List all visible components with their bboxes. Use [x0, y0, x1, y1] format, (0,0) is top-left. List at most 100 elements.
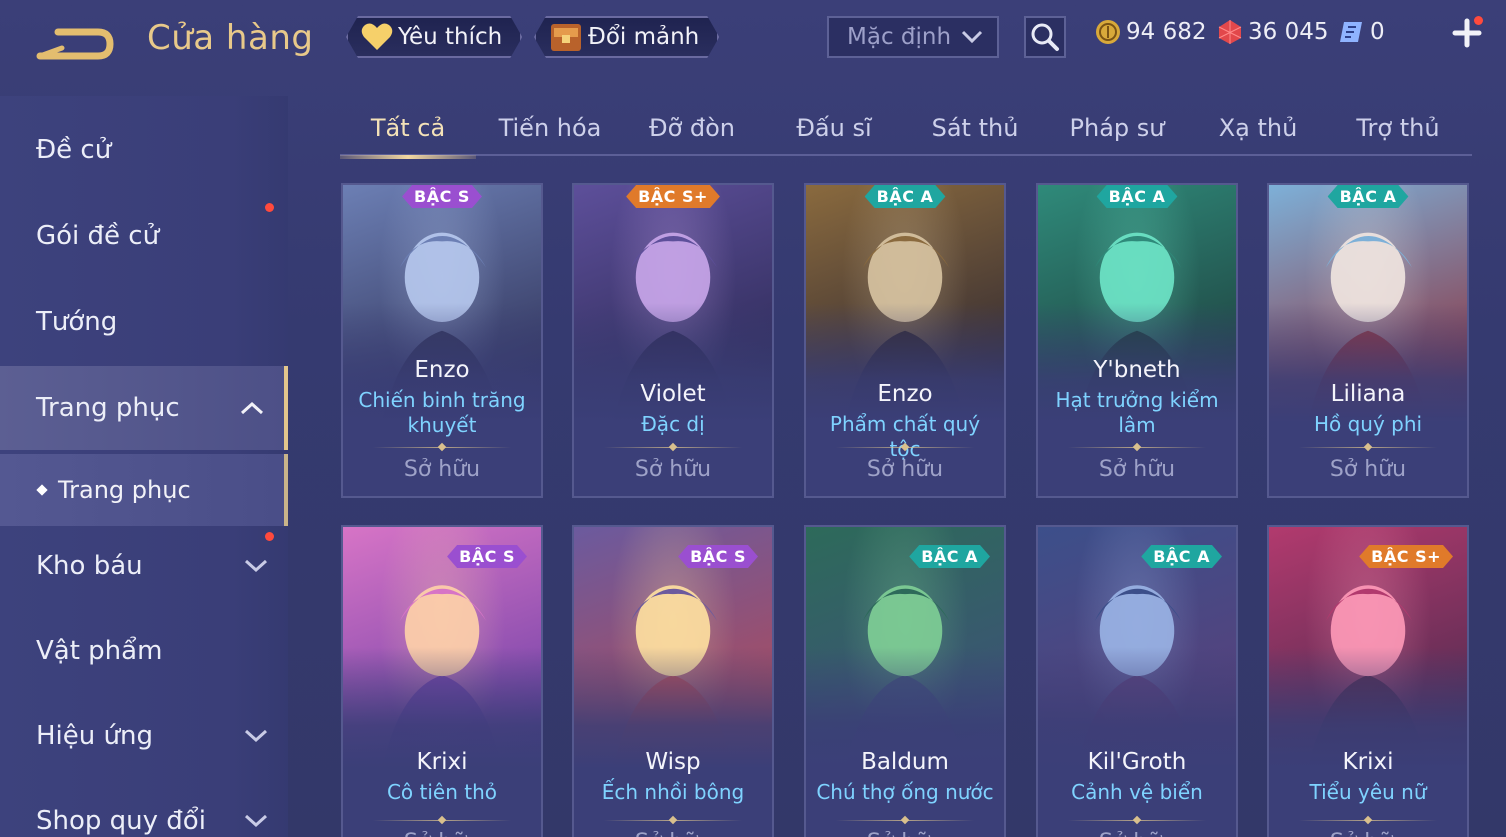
- skin-name: Ếch nhồi bông: [601, 780, 745, 804]
- owned-status: Sở hữu: [1098, 457, 1176, 482]
- tab-all[interactable]: Tất cả: [340, 100, 476, 159]
- skin-name: Chú thợ ống nước: [816, 780, 994, 804]
- sidebar-item-label: Shop quy đổi: [36, 806, 206, 836]
- chest-icon: [548, 20, 584, 54]
- sidebar-item-featured[interactable]: Đề cử: [0, 110, 288, 190]
- owned-status: Sở hữu: [634, 457, 712, 482]
- owned-status: Sở hữu: [343, 830, 541, 837]
- sidebar-item-treasure[interactable]: Kho báu: [0, 526, 288, 606]
- tier-badge: BẬC A: [1141, 545, 1222, 568]
- owned-status: Sở hữu: [403, 457, 481, 482]
- sidebar-item-skins[interactable]: Trang phục: [0, 366, 288, 450]
- chevron-down-icon: [244, 814, 268, 828]
- voucher-currency: 36 045: [1216, 18, 1328, 46]
- hero-name: Liliana: [1330, 381, 1406, 407]
- exchange-shards-button[interactable]: Đổi mảnh: [534, 16, 719, 58]
- sidebar-item-label: Hiệu ứng: [36, 721, 153, 751]
- exchange-shards-label: Đổi mảnh: [588, 24, 700, 50]
- ticket-amount: 0: [1370, 19, 1385, 45]
- skin-card[interactable]: BẬC S Krixi Cô tiên thỏ Sở hữu: [341, 525, 543, 837]
- skin-name: Tiểu yêu nữ: [1309, 780, 1427, 804]
- sidebar-item-effects[interactable]: Hiệu ứng: [0, 696, 288, 776]
- skin-card[interactable]: BẬC A Enzo Phẩm chất quý tộcSở hữu: [804, 183, 1006, 498]
- heart-icon: [360, 22, 394, 52]
- back-arrow-icon: [36, 28, 114, 60]
- owned-status: Sở hữu: [1329, 457, 1407, 482]
- skin-card[interactable]: BẬC A Y'bneth Hạt trưởng kiểm lâm Sở hữu: [1036, 183, 1238, 498]
- hero-name: Violet: [640, 381, 706, 407]
- gold-amount: 94 682: [1126, 19, 1207, 45]
- role-tabs: Tất cả Tiến hóa Đỡ đòn Đấu sĩ Sát thủ Ph…: [340, 100, 1472, 159]
- page-title: Cửa hàng: [147, 18, 314, 58]
- tab-assassin[interactable]: Sát thủ: [907, 100, 1043, 156]
- tier-badge: BẬC S: [678, 545, 758, 568]
- search-button[interactable]: [1024, 16, 1066, 58]
- card-divider: [373, 820, 511, 821]
- tab-evolution[interactable]: Tiến hóa: [482, 100, 618, 156]
- skin-name: Đặc dị: [641, 412, 705, 436]
- hero-name: Krixi: [1342, 749, 1394, 775]
- hero-name: Enzo: [414, 357, 470, 383]
- gold-currency: 94 682: [1094, 18, 1206, 46]
- hero-name: Baldum: [861, 749, 949, 775]
- skin-name: Cô tiên thỏ: [386, 780, 498, 804]
- ticket-currency: 0: [1338, 18, 1385, 46]
- hero-name: Wisp: [645, 749, 701, 775]
- card-divider: [373, 447, 511, 448]
- sidebar-subitem-label: Trang phục: [58, 476, 191, 504]
- tab-marksman[interactable]: Xạ thủ: [1190, 100, 1326, 156]
- card-shade: [1269, 647, 1467, 837]
- sidebar-item-label: Trang phục: [36, 393, 180, 423]
- sidebar-item-label: Kho báu: [36, 551, 143, 581]
- skin-card[interactable]: BẬC S+ Violet Đặc dị Sở hữu: [572, 183, 774, 498]
- back-button[interactable]: [36, 22, 116, 64]
- owned-status: Sở hữu: [1269, 830, 1467, 837]
- tier-badge: BẬC A: [865, 185, 946, 208]
- tier-badge: BẬC S: [447, 545, 527, 568]
- skin-card[interactable]: BẬC A Kil'Groth Cảnh vệ biển Sở hữu: [1036, 525, 1238, 837]
- skin-card[interactable]: BẬC S Enzo Chiến binh trăng khuyết Sở hữu: [341, 183, 543, 498]
- notification-dot: [1474, 16, 1483, 25]
- skin-name: Chiến binh trăng khuyết: [358, 388, 526, 437]
- red-gem-icon: [1216, 18, 1244, 46]
- sidebar-subitem-skins[interactable]: Trang phục: [0, 454, 288, 526]
- card-divider: [836, 447, 974, 448]
- chevron-down-icon: [244, 729, 268, 743]
- tier-badge: BẬC S: [402, 185, 482, 208]
- favorites-label: Yêu thích: [398, 24, 503, 50]
- skin-name: Hồ quý phi: [1313, 412, 1423, 436]
- skin-card[interactable]: BẬC A Liliana Hồ quý phi Sở hữu: [1267, 183, 1469, 498]
- sidebar-item-heroes[interactable]: Tướng: [0, 282, 288, 362]
- top-bar: Cửa hàng Yêu thích Đổi mảnh Mặc định 94 …: [0, 0, 1506, 80]
- notification-dot: [265, 532, 274, 541]
- tier-badge: BẬC A: [1097, 185, 1178, 208]
- card-divider: [1299, 820, 1437, 821]
- sidebar-item-bundles[interactable]: Gói đề cử: [0, 196, 288, 276]
- tab-fighter[interactable]: Đấu sĩ: [766, 100, 902, 156]
- card-divider: [1299, 447, 1437, 448]
- card-divider: [604, 820, 742, 821]
- skin-card[interactable]: BẬC S+ Krixi Tiểu yêu nữ Sở hữu: [1267, 525, 1469, 837]
- favorites-button[interactable]: Yêu thích: [346, 16, 522, 58]
- owned-status: Sở hữu: [806, 830, 1004, 837]
- skin-name: Phẩm chất quý tộc: [829, 412, 981, 461]
- card-divider: [1068, 447, 1206, 448]
- tab-mage[interactable]: Pháp sư: [1049, 100, 1185, 156]
- search-icon: [1031, 23, 1059, 51]
- chevron-down-icon: [244, 559, 268, 573]
- sidebar-item-items[interactable]: Vật phẩm: [0, 611, 288, 691]
- skin-card[interactable]: BẬC S Wisp Ếch nhồi bông Sở hữu: [572, 525, 774, 837]
- chevron-up-icon: [240, 401, 264, 415]
- tab-support[interactable]: Trợ thủ: [1330, 100, 1466, 156]
- hero-name: Y'bneth: [1093, 357, 1181, 383]
- card-shade: [343, 647, 541, 837]
- skin-card[interactable]: BẬC A Baldum Chú thợ ống nước Sở hữu: [804, 525, 1006, 837]
- sidebar-item-exchange-shop[interactable]: Shop quy đổi: [0, 781, 288, 837]
- sort-dropdown[interactable]: Mặc định: [827, 16, 999, 58]
- tab-tank[interactable]: Đỡ đòn: [624, 100, 760, 156]
- diamond-bullet-icon: [36, 484, 48, 496]
- tier-badge: BẬC S+: [1359, 545, 1453, 568]
- ticket-icon: [1338, 18, 1366, 46]
- sidebar-item-label: Tướng: [36, 307, 118, 337]
- gold-coin-icon: [1094, 18, 1122, 46]
